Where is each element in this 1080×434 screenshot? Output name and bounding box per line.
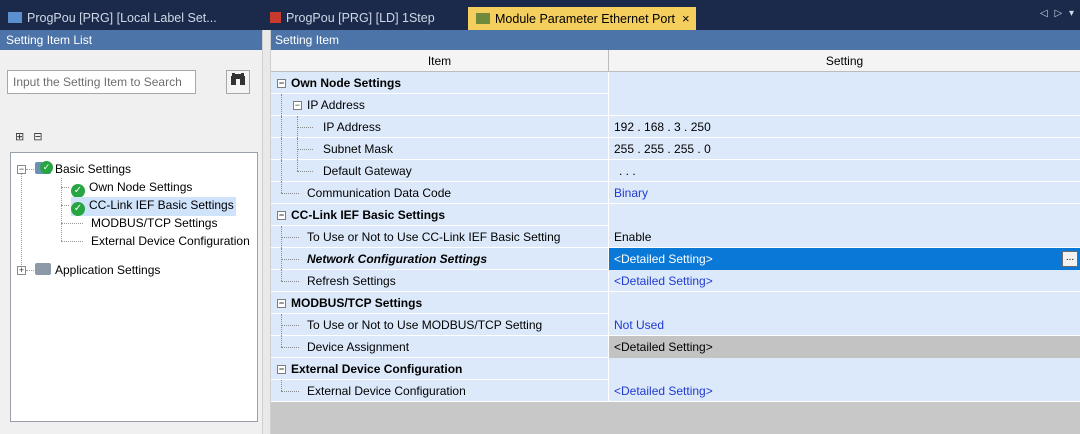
setting-row-refresh-settings[interactable]: Refresh Settings <Detailed Setting> bbox=[271, 270, 1080, 292]
collapse-icon[interactable]: − bbox=[277, 79, 286, 88]
panel-title: Setting Item List bbox=[0, 30, 262, 50]
network-configuration-value[interactable]: <Detailed Setting> ... bbox=[609, 248, 1080, 270]
tab-ladder-program[interactable]: ProgPou [PRG] [LD] 1Step bbox=[262, 7, 462, 30]
setting-item-list-panel: Setting Item List Input the Setting Item… bbox=[0, 30, 262, 434]
category-row-own-node[interactable]: − Own Node Settings bbox=[271, 72, 1080, 94]
column-header-item: Item bbox=[271, 50, 609, 72]
setting-row-external-device-configuration[interactable]: External Device Configuration <Detailed … bbox=[271, 380, 1080, 402]
tree-item-own-node[interactable]: ✓ Own Node Settings bbox=[71, 179, 192, 198]
default-gateway-value[interactable]: . . . bbox=[609, 160, 1080, 182]
setting-row-cclink-use[interactable]: To Use or Not to Use CC-Link IEF Basic S… bbox=[271, 226, 1080, 248]
table-icon bbox=[8, 12, 22, 23]
subnet-mask-value[interactable]: 255 . 255 . 255 . 0 bbox=[609, 138, 1080, 160]
ip-address-value[interactable]: 192 . 168 . 3 . 250 bbox=[609, 116, 1080, 138]
group-row-ip-address[interactable]: − IP Address bbox=[271, 94, 1080, 116]
setting-row-subnet-mask[interactable]: Subnet Mask 255 . 255 . 255 . 0 bbox=[271, 138, 1080, 160]
folder-check-icon: ✓ bbox=[35, 161, 53, 174]
folder-icon bbox=[35, 263, 51, 275]
tab-module-parameter[interactable]: Module Parameter Ethernet Port × bbox=[468, 7, 696, 30]
document-tab-bar: ProgPou [PRG] [Local Label Set... ProgPo… bbox=[0, 0, 1080, 30]
check-icon: ✓ bbox=[71, 184, 85, 198]
setting-row-communication-data-code[interactable]: Communication Data Code Binary bbox=[271, 182, 1080, 204]
tree-item-external-device[interactable]: External Device Configuration bbox=[91, 233, 250, 249]
check-icon: ✓ bbox=[71, 202, 85, 216]
setting-row-default-gateway[interactable]: Default Gateway . . . bbox=[271, 160, 1080, 182]
tab-label: ProgPou [PRG] [LD] 1Step bbox=[286, 11, 435, 25]
tree-item-application-settings[interactable]: Application Settings bbox=[35, 262, 160, 278]
collapse-icon[interactable]: − bbox=[293, 101, 302, 110]
network-icon bbox=[476, 13, 490, 24]
binoculars-icon[interactable] bbox=[226, 70, 250, 94]
tab-label: ProgPou [PRG] [Local Label Set... bbox=[27, 11, 217, 25]
grid-header: Item Setting bbox=[271, 50, 1080, 72]
tree-item-modbus[interactable]: MODBUS/TCP Settings bbox=[91, 215, 217, 231]
tab-label: Module Parameter Ethernet Port bbox=[495, 12, 675, 26]
communication-data-code-value[interactable]: Binary bbox=[609, 182, 1080, 204]
setting-row-modbus-use[interactable]: To Use or Not to Use MODBUS/TCP Setting … bbox=[271, 314, 1080, 336]
settings-grid: − Own Node Settings − IP Address IP Addres… bbox=[271, 72, 1080, 402]
cclink-use-value[interactable]: Enable bbox=[609, 226, 1080, 248]
collapse-icon[interactable]: − bbox=[277, 211, 286, 220]
collapse-all-icon[interactable]: ⊟ bbox=[33, 131, 45, 143]
collapse-icon[interactable]: − bbox=[277, 365, 286, 374]
category-row-external-device[interactable]: − External Device Configuration bbox=[271, 358, 1080, 380]
category-row-modbus[interactable]: − MODBUS/TCP Settings bbox=[271, 292, 1080, 314]
expand-icon[interactable]: + bbox=[17, 266, 26, 275]
column-header-setting: Setting bbox=[825, 54, 864, 68]
ladder-icon bbox=[270, 12, 281, 23]
refresh-settings-value[interactable]: <Detailed Setting> bbox=[609, 270, 1080, 292]
tree-item-cclink[interactable]: ✓ CC-Link IEF Basic Settings bbox=[71, 197, 236, 216]
panel-splitter[interactable] bbox=[262, 30, 271, 434]
ellipsis-button[interactable]: ... bbox=[1062, 251, 1078, 267]
setting-item-panel: Setting Item Item Setting − Own Node Sett… bbox=[271, 30, 1080, 434]
tree-item-basic-settings[interactable]: ✓ Basic Settings bbox=[35, 161, 131, 177]
device-assignment-value[interactable]: <Detailed Setting> bbox=[609, 336, 1080, 358]
category-row-cclink[interactable]: − CC-Link IEF Basic Settings bbox=[271, 204, 1080, 226]
setting-tree: − ✓ Basic Settings ✓ Own Node Settings ✓ CC… bbox=[10, 152, 258, 422]
external-device-configuration-value[interactable]: <Detailed Setting> bbox=[609, 380, 1080, 402]
modbus-use-value[interactable]: Not Used bbox=[609, 314, 1080, 336]
close-icon[interactable]: × bbox=[682, 11, 690, 26]
setting-row-device-assignment[interactable]: Device Assignment <Detailed Setting> bbox=[271, 336, 1080, 358]
setting-row-network-configuration[interactable]: Network Configuration Settings <Detailed… bbox=[271, 248, 1080, 270]
tab-local-label-setting[interactable]: ProgPou [PRG] [Local Label Set... bbox=[0, 7, 258, 30]
tab-scroll-icon[interactable]: ◁ ▷ ▾ bbox=[1040, 8, 1076, 19]
panel-title: Setting Item bbox=[271, 30, 1080, 50]
collapse-icon[interactable]: − bbox=[277, 299, 286, 308]
setting-row-ip-address[interactable]: IP Address 192 . 168 . 3 . 250 bbox=[271, 116, 1080, 138]
expand-all-icon[interactable]: ⊞ bbox=[15, 131, 27, 143]
collapse-icon[interactable]: − bbox=[17, 165, 26, 174]
tree-toolbar: ⊞ ⊟ bbox=[15, 130, 46, 143]
search-input[interactable]: Input the Setting Item to Search bbox=[7, 70, 196, 94]
